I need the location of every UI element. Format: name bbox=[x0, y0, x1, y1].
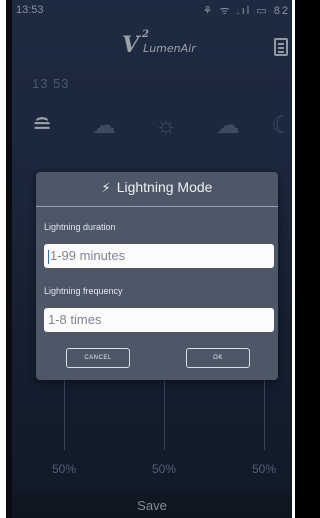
dialog-title-text: Lightning Mode bbox=[116, 179, 213, 195]
app-screen: 13:53 ⚘ ᯤ .ıl ▭ 82 V 2 LumenAir 13 53 ≘ ☁ … bbox=[12, 0, 292, 518]
dialog-title: ⚡︎ Lightning Mode bbox=[36, 172, 278, 202]
duration-input[interactable]: 1-99 minutes bbox=[44, 244, 274, 268]
cancel-button[interactable]: CANCEL bbox=[66, 348, 130, 368]
ok-button[interactable]: OK bbox=[186, 348, 250, 368]
duration-placeholder: 1-99 minutes bbox=[50, 248, 126, 263]
lightning-mode-dialog: ⚡︎ Lightning Mode Lightning duration 1-99… bbox=[36, 172, 278, 380]
lightning-icon: ⚡︎ bbox=[101, 180, 111, 195]
dialog-divider bbox=[36, 206, 278, 207]
text-caret bbox=[48, 249, 49, 264]
frequency-input[interactable]: 1-8 times bbox=[44, 308, 274, 332]
frequency-label: Lightning frequency bbox=[44, 286, 123, 296]
frequency-placeholder: 1-8 times bbox=[48, 312, 102, 327]
duration-label: Lightning duration bbox=[44, 222, 116, 232]
